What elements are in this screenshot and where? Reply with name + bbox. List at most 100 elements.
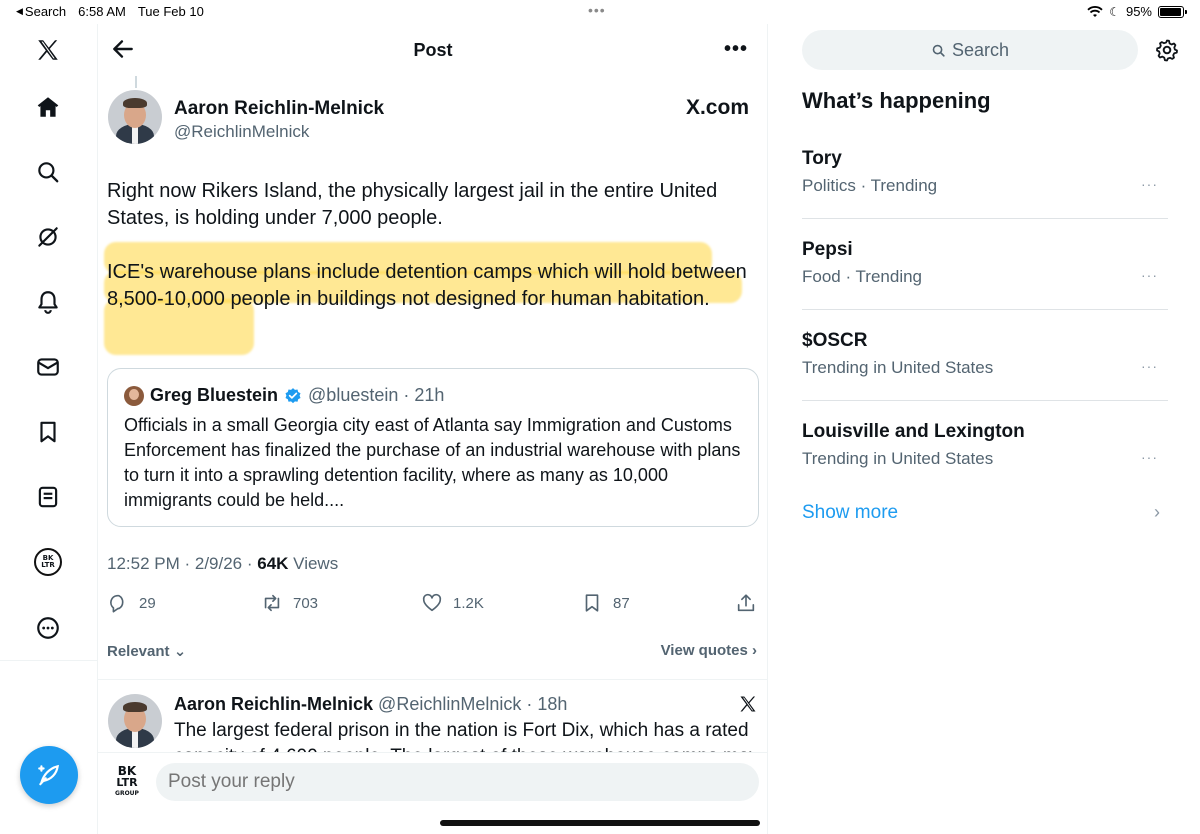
back-to-app-button[interactable]: ◀ Search: [16, 4, 66, 19]
show-more-link[interactable]: Show more: [802, 502, 898, 524]
home-icon[interactable]: [28, 87, 68, 127]
divider: [802, 309, 1168, 310]
trend-item[interactable]: Louisville and Lexington Trending in Uni…: [802, 421, 1168, 511]
messages-envelope-icon[interactable]: [28, 347, 68, 387]
views-count: 64K: [257, 554, 289, 573]
heart-icon: [422, 593, 442, 612]
x-logo-icon[interactable]: [28, 30, 68, 70]
search-icon[interactable]: [28, 152, 68, 192]
trend-more-icon[interactable]: ···: [1141, 267, 1158, 283]
reply-author-name[interactable]: Aaron Reichlin-Melnick: [174, 694, 373, 714]
composer-brand-line1: BK: [117, 763, 137, 778]
reply-author-avatar[interactable]: [108, 694, 162, 748]
like-button[interactable]: 1.2K: [421, 592, 484, 614]
trend-title: $OSCR: [802, 330, 868, 351]
views-label: Views: [288, 554, 339, 573]
reply-handle-time: @ReichlinMelnick · 18h: [373, 694, 568, 714]
search-icon: [932, 44, 945, 57]
author-handle[interactable]: @ReichlinMelnick: [174, 122, 309, 142]
post-paragraph-2: ICE's warehouse plans include detention …: [107, 261, 747, 310]
view-quotes-link[interactable]: View quotes ›: [661, 642, 757, 659]
more-circle-icon[interactable]: [28, 608, 68, 648]
status-bar: ◀ Search 6:58 AM Tue Feb 10 ••• ☾ 95%: [0, 0, 1200, 24]
view-quotes-label: View quotes: [660, 642, 748, 659]
post-header: Post •••: [98, 24, 767, 76]
whats-happening-title: What’s happening: [802, 88, 991, 113]
status-time: 6:58 AM: [78, 4, 126, 19]
page-title: Post: [413, 40, 453, 60]
trend-title: Pepsi: [802, 239, 853, 260]
repost-button[interactable]: 703: [261, 592, 318, 614]
reply-author-line: Aaron Reichlin-Melnick @ReichlinMelnick …: [174, 694, 567, 715]
x-logo-icon: [740, 696, 756, 712]
post-metadata: 12:52 PM · 2/9/26 · 64K Views: [107, 554, 338, 574]
trend-title: Tory: [802, 148, 842, 169]
notifications-bell-icon[interactable]: [28, 282, 68, 322]
repost-count: 703: [293, 594, 319, 612]
bookmark-icon: [585, 594, 599, 612]
bookmarks-icon[interactable]: [28, 412, 68, 452]
composer-avatar: BK LTR GROUP: [108, 763, 146, 801]
lists-icon[interactable]: [28, 477, 68, 517]
trend-more-icon[interactable]: ···: [1141, 176, 1158, 192]
share-button[interactable]: [735, 592, 757, 614]
search-placeholder: Search: [951, 39, 1010, 60]
home-indicator[interactable]: [440, 820, 760, 826]
trend-more-icon[interactable]: ···: [1141, 358, 1158, 374]
right-sidebar: Search What’s happening Tory Politics · …: [770, 24, 1200, 834]
trend-item[interactable]: Tory Politics · Trending ···: [802, 148, 1168, 238]
chevron-right-icon: ›: [1154, 502, 1160, 522]
status-date: Tue Feb 10: [137, 4, 204, 19]
search-field[interactable]: Search: [802, 30, 1138, 70]
quoted-post[interactable]: Greg Bluestein @bluestein · 21h Official…: [107, 368, 759, 527]
share-icon: [737, 594, 755, 612]
trend-item[interactable]: $OSCR Trending in United States ···: [802, 330, 1168, 420]
back-app-label: Search: [24, 4, 67, 19]
divider: [802, 218, 1168, 219]
trend-title: Louisville and Lexington: [802, 421, 1025, 442]
post-paragraph-1: Right now Rikers Island, the physically …: [107, 180, 718, 229]
battery-icon: [1158, 5, 1187, 18]
reply-count: 29: [139, 594, 156, 612]
reply-input[interactable]: [156, 763, 759, 801]
thread-line: [135, 76, 137, 88]
composer-brand-line2: LTR: [116, 775, 138, 789]
quote-author-avatar: [124, 385, 144, 406]
grok-icon[interactable]: [28, 217, 68, 257]
multitasking-dots-icon[interactable]: •••: [588, 2, 606, 18]
reply-icon: [110, 594, 124, 613]
author-avatar[interactable]: [108, 90, 162, 144]
post-body: Right now Rikers Island, the physically …: [107, 178, 747, 340]
author-name[interactable]: Aaron Reichlin-Melnick: [174, 98, 384, 120]
divider: [802, 400, 1168, 401]
more-options-icon[interactable]: •••: [724, 38, 748, 61]
trend-subtitle: Politics · Trending: [802, 176, 938, 195]
sort-replies-dropdown[interactable]: Relevant ⌄: [107, 642, 186, 660]
left-navigation: BK LTR: [0, 24, 98, 834]
composer-brand-line3: GROUP: [115, 789, 139, 797]
back-triangle-icon: ◀: [16, 6, 23, 16]
trend-subtitle: Trending in United States: [802, 449, 994, 468]
chevron-right-icon: ›: [747, 642, 757, 659]
verified-badge-icon: [285, 387, 301, 403]
bookmark-button[interactable]: 87: [581, 592, 630, 614]
battery-percent: 95%: [1125, 4, 1152, 19]
post-detail-column: Post ••• Aaron Reichlin-Melnick @Reichli…: [98, 24, 768, 834]
compose-post-button[interactable]: [20, 746, 78, 804]
compose-feather-icon: [38, 764, 59, 786]
trend-subtitle: Food · Trending: [802, 267, 923, 286]
repost-icon: [264, 594, 280, 612]
gear-icon[interactable]: [1155, 38, 1179, 62]
reply-button[interactable]: 29: [107, 592, 156, 614]
brand-logo-avatar: BK LTR: [34, 548, 62, 576]
profile-avatar[interactable]: BK LTR: [28, 542, 68, 582]
reply-text-line-1: The largest federal prison in the nation…: [174, 720, 749, 741]
quote-text: Officials in a small Georgia city east o…: [124, 415, 741, 510]
source-label: X.com: [685, 96, 749, 119]
bookmark-count: 87: [613, 594, 630, 612]
post-timestamp[interactable]: 12:52 PM · 2/9/26 ·: [107, 554, 257, 573]
trend-more-icon[interactable]: ···: [1141, 449, 1158, 465]
trend-item[interactable]: Pepsi Food · Trending ···: [802, 239, 1168, 329]
nav-divider: [0, 660, 98, 661]
divider: [98, 679, 767, 680]
